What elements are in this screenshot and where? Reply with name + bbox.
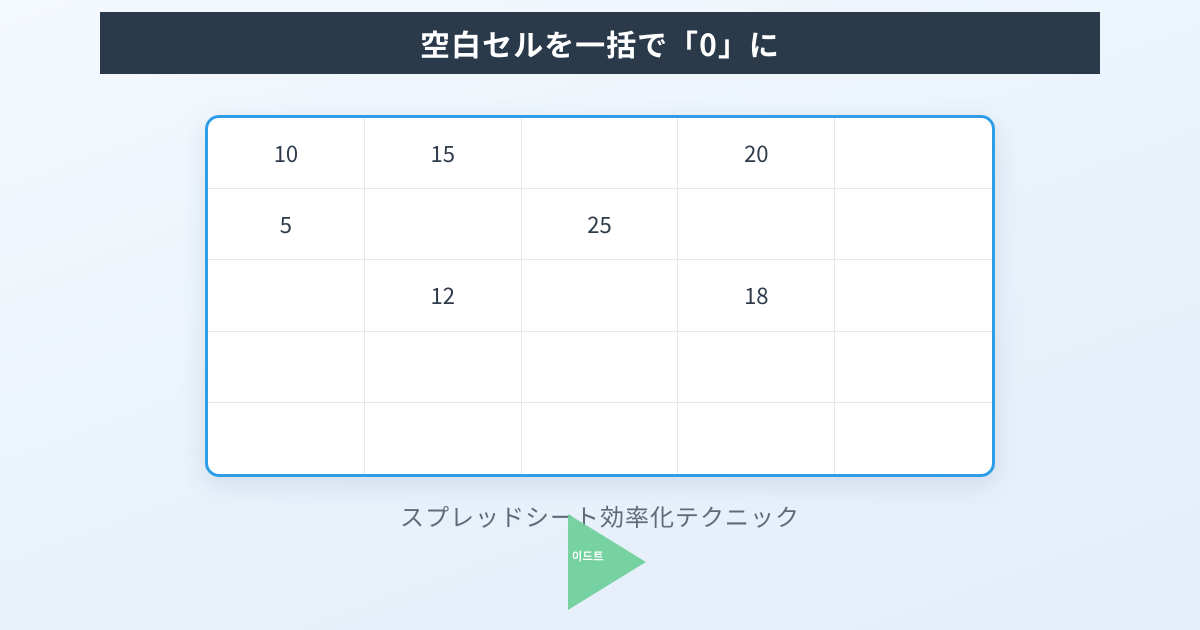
cell-r4-c4[interactable] (835, 403, 992, 474)
cell-r1-c2[interactable]: 25 (522, 189, 679, 260)
cell-r3-c3[interactable] (678, 332, 835, 403)
cell-r3-c1[interactable] (365, 332, 522, 403)
cell-r3-c4[interactable] (835, 332, 992, 403)
cell-r2-c3[interactable]: 18 (678, 260, 835, 331)
title-bar: 空白セルを一括で「0」に (100, 12, 1100, 74)
cell-r4-c1[interactable] (365, 403, 522, 474)
spreadsheet-frame: 1015 20 5 2512 18 (205, 115, 995, 477)
cell-r0-c4[interactable] (835, 118, 992, 189)
play-button[interactable]: 이드트 (540, 502, 660, 622)
cell-r2-c2[interactable] (522, 260, 679, 331)
cell-r1-c1[interactable] (365, 189, 522, 260)
cell-r0-c1[interactable]: 15 (365, 118, 522, 189)
cell-r1-c3[interactable] (678, 189, 835, 260)
cell-r0-c0[interactable]: 10 (208, 118, 365, 189)
cell-r4-c2[interactable] (522, 403, 679, 474)
cell-r2-c4[interactable] (835, 260, 992, 331)
cell-r3-c0[interactable] (208, 332, 365, 403)
cell-r4-c3[interactable] (678, 403, 835, 474)
page-title: 空白セルを一括で「0」に (420, 21, 780, 65)
play-badge-text: 이드트 (572, 548, 604, 564)
cell-r0-c2[interactable] (522, 118, 679, 189)
cell-r1-c0[interactable]: 5 (208, 189, 365, 260)
cell-r2-c0[interactable] (208, 260, 365, 331)
cell-r4-c0[interactable] (208, 403, 365, 474)
spreadsheet-grid: 1015 20 5 2512 18 (208, 118, 992, 474)
cell-r3-c2[interactable] (522, 332, 679, 403)
cell-r0-c3[interactable]: 20 (678, 118, 835, 189)
cell-r1-c4[interactable] (835, 189, 992, 260)
cell-r2-c1[interactable]: 12 (365, 260, 522, 331)
